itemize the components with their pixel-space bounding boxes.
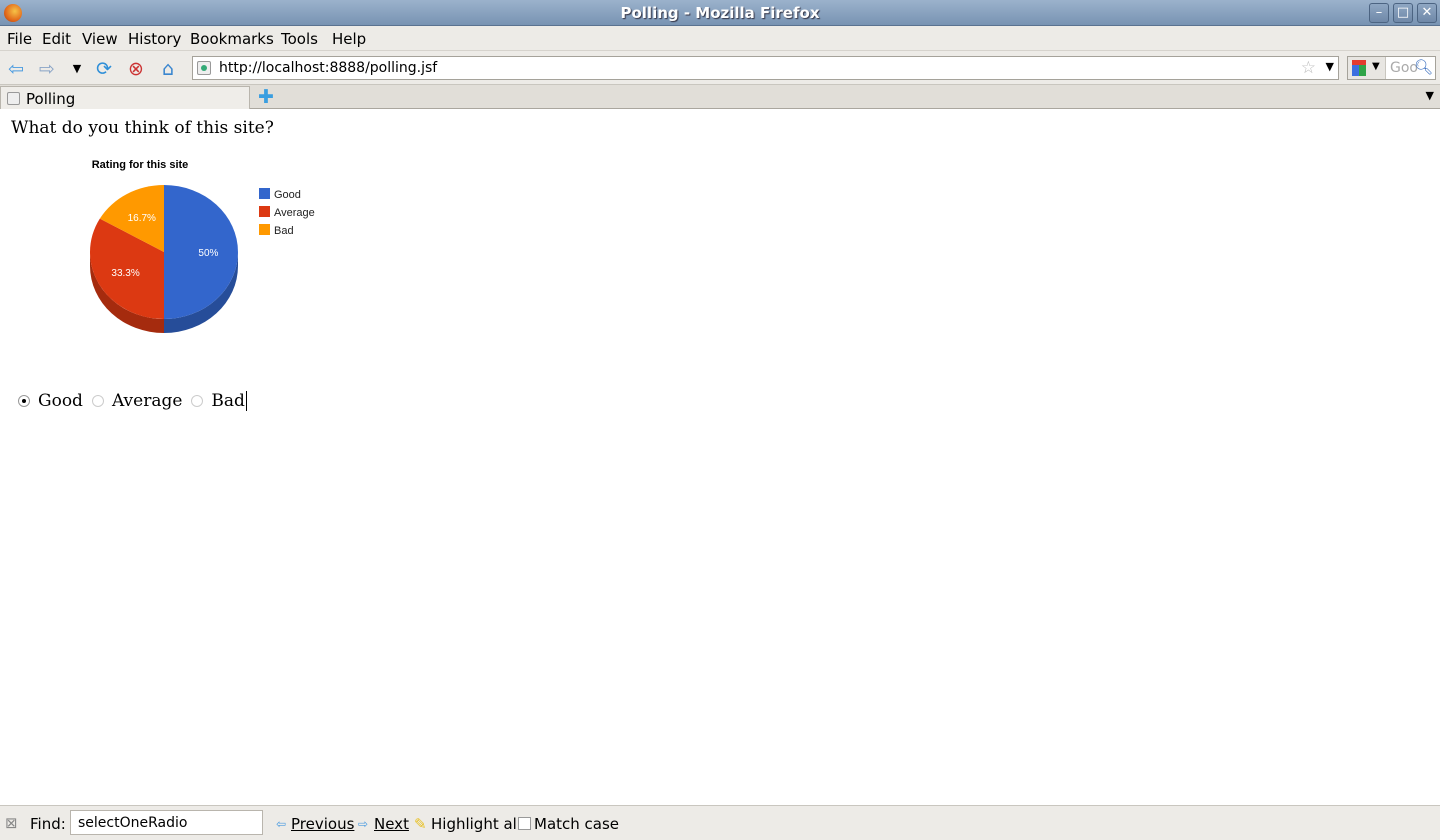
close-find-bar-icon[interactable]: ⊠ (5, 814, 18, 832)
minimize-button[interactable]: – (1369, 3, 1389, 23)
find-next-button[interactable]: Next (374, 815, 409, 833)
close-window-button[interactable]: ✕ (1417, 3, 1437, 23)
engine-dropdown-icon: ▼ (1372, 61, 1380, 72)
page-content: What do you think of this site? Rating f… (0, 110, 1440, 805)
poll-question: What do you think of this site? (11, 118, 274, 138)
legend-label-good: Good (274, 189, 301, 201)
menu-history[interactable]: History (128, 30, 181, 48)
history-dropdown-icon[interactable]: ▼ (66, 58, 88, 80)
search-engine-button[interactable]: ▼ (1348, 57, 1386, 79)
radio-good[interactable] (18, 395, 30, 407)
tab-favicon-icon (7, 92, 20, 105)
menu-bookmarks[interactable]: Bookmarks (190, 30, 274, 48)
site-identity-icon[interactable] (197, 61, 211, 75)
highlighter-icon[interactable]: ✎ (414, 815, 427, 833)
back-icon[interactable]: ⇦ (5, 58, 27, 80)
tab-label: Polling (26, 90, 76, 108)
rating-radio-group: Good Average Bad (18, 391, 247, 411)
find-input[interactable] (70, 810, 263, 835)
legend-swatch-good (259, 188, 270, 199)
tab-polling[interactable]: Polling (0, 86, 250, 109)
title-bar: Polling - Mozilla Firefox – □ ✕ (0, 0, 1440, 26)
navigation-toolbar: ⇦ ⇨ ▼ ⟳ ⊗ ⌂ http://localhost:8888/pollin… (0, 51, 1440, 85)
chart-title: Rating for this site (92, 159, 189, 171)
menu-bar: File Edit View History Bookmarks Tools H… (0, 26, 1440, 51)
legend-label-bad: Bad (274, 225, 294, 237)
radio-label-good[interactable]: Good (38, 391, 83, 411)
tab-list-dropdown-icon[interactable]: ▼ (1426, 89, 1434, 102)
window-title: Polling - Mozilla Firefox (620, 4, 820, 22)
legend-swatch-bad (259, 224, 270, 235)
legend-label-average: Average (274, 207, 315, 219)
menu-view[interactable]: View (82, 30, 118, 48)
find-next-label[interactable]: Next (374, 815, 409, 833)
bookmark-star-icon[interactable]: ☆ (1301, 58, 1316, 78)
search-icon[interactable]: 🔍︎ (1414, 58, 1433, 76)
text-caret (245, 391, 247, 411)
maximize-button[interactable]: □ (1393, 3, 1413, 23)
menu-edit[interactable]: Edit (42, 30, 71, 48)
home-icon[interactable]: ⌂ (157, 58, 179, 80)
google-icon (1352, 60, 1366, 76)
radio-average[interactable] (91, 395, 104, 407)
highlight-all-button[interactable]: Highlight all (431, 815, 521, 833)
forward-icon[interactable]: ⇨ (36, 58, 58, 80)
new-tab-icon[interactable]: ✚ (258, 86, 274, 108)
legend-swatch-average (259, 206, 270, 217)
pie-label-good: 50% (198, 248, 218, 259)
menu-help[interactable]: Help (332, 30, 366, 48)
menu-file[interactable]: File (7, 30, 32, 48)
url-bar[interactable]: http://localhost:8888/polling.jsf ☆ ▼ (192, 56, 1339, 80)
pie-label-bad: 16.7% (128, 213, 156, 224)
tab-bar: Polling ✚ ▼ (0, 85, 1440, 109)
rating-pie-chart: Rating for this site 50% 33.3% 16.7% Good A… (89, 159, 315, 333)
pie-label-average: 33.3% (111, 268, 139, 279)
stop-icon[interactable]: ⊗ (125, 58, 147, 80)
previous-arrow-icon[interactable]: ⇦ (276, 817, 286, 831)
reload-icon[interactable]: ⟳ (93, 58, 115, 80)
url-dropdown-icon[interactable]: ▼ (1326, 60, 1334, 73)
radio-label-bad[interactable]: Bad (211, 391, 245, 411)
radio-bad[interactable] (191, 395, 204, 407)
match-case-checkbox[interactable] (518, 817, 531, 830)
find-previous-button[interactable]: Previous (291, 815, 354, 833)
search-box[interactable]: ▼ Goo 🔍︎ (1347, 56, 1436, 80)
find-previous-label[interactable]: Previous (291, 815, 354, 833)
radio-label-average[interactable]: Average (112, 391, 182, 411)
url-text[interactable]: http://localhost:8888/polling.jsf (219, 60, 437, 76)
find-label: Find: (30, 815, 66, 833)
match-case-label[interactable]: Match case (534, 815, 619, 833)
next-arrow-icon[interactable]: ⇨ (358, 817, 368, 831)
find-bar: ⊠ Find: ⇦ Previous ⇨ Next ✎ Highlight al… (0, 805, 1440, 840)
menu-tools[interactable]: Tools (281, 30, 318, 48)
